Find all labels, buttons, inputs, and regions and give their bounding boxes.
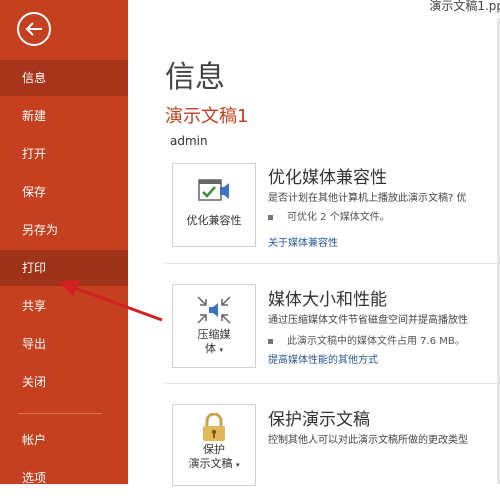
compress-media-label-line1: 压缩媒 <box>197 328 231 341</box>
section-media-size-desc: 通过压缩媒体文件节省磁盘空间并提高播放性 <box>268 315 468 326</box>
section-protect-title: 保护演示文稿 <box>268 410 370 430</box>
sidebar-item-open[interactable]: 打开 <box>0 136 128 172</box>
lock-icon <box>203 413 225 441</box>
compress-media-button[interactable]: 压缩媒 体 ▾ <box>172 284 256 368</box>
compress-media-label-line2: 体 ▾ <box>204 342 223 355</box>
section-media-size-bullet-text: 此演示文稿中的媒体文件占用 7.6 MB。 <box>287 336 465 347</box>
sidebar-item-save[interactable]: 保存 <box>0 174 128 210</box>
chevron-down-icon: ▾ <box>235 461 240 469</box>
chevron-down-icon: ▾ <box>219 346 223 354</box>
optimize-compatibility-label: 优化兼容性 <box>186 214 242 227</box>
section-media-compat-bullet: 可优化 2 个媒体文件。 <box>268 208 390 223</box>
document-name: 演示文稿1 <box>165 106 249 127</box>
sidebar-item-share[interactable]: 共享 <box>0 288 128 324</box>
sidebar-item-print[interactable]: 打印 <box>0 250 128 286</box>
section-media-size-bullet: 此演示文稿中的媒体文件占用 7.6 MB。 <box>268 332 465 347</box>
media-compat-icon <box>198 179 229 201</box>
protect-label-line1: 保护 <box>203 443 225 456</box>
back-arrow-icon <box>25 22 42 36</box>
window-title: 演示文稿1.pp <box>429 0 500 13</box>
section-protect-desc: 控制其他人可以对此演示文稿所做的更改类型 <box>268 435 468 446</box>
protect-label-line2: 演示文稿 ▾ <box>188 457 240 470</box>
sidebar-item-export[interactable]: 导出 <box>0 326 128 362</box>
author-name: admin <box>170 134 208 148</box>
media-compat-link[interactable]: 关于媒体兼容性 <box>268 234 338 249</box>
section-media-compat-bullet-text: 可优化 2 个媒体文件。 <box>287 212 390 223</box>
sidebar-divider <box>18 413 102 414</box>
protect-presentation-button[interactable]: 保护 演示文稿 ▾ <box>172 404 256 486</box>
section-media-compat-title: 优化媒体兼容性 <box>268 168 387 188</box>
section-media-compat-desc: 是否计划在其他计算机上播放此演示文稿? 优 <box>268 193 467 204</box>
sidebar-item-options[interactable]: 选项 <box>0 460 128 496</box>
sidebar-item-account[interactable]: 帐户 <box>0 422 128 458</box>
sidebar-item-info[interactable]: 信息 <box>0 60 128 96</box>
page-title: 信息 <box>165 60 225 95</box>
sidebar-item-close[interactable]: 关闭 <box>0 364 128 400</box>
backstage-sidebar: 信息 新建 打开 保存 另存为 打印 共享 导出 关闭 帐户 选项 <box>0 0 128 485</box>
sidebar-item-save-as[interactable]: 另存为 <box>0 212 128 248</box>
section-divider <box>165 383 500 384</box>
optimize-compatibility-button[interactable]: 优化兼容性 <box>172 163 256 247</box>
bullet-icon <box>268 214 273 220</box>
media-performance-link[interactable]: 提高媒体性能的其他方式 <box>268 351 378 366</box>
sidebar-item-new[interactable]: 新建 <box>0 98 128 134</box>
bullet-icon <box>268 338 273 344</box>
section-media-size-title: 媒体大小和性能 <box>268 290 387 310</box>
back-button[interactable] <box>17 12 51 46</box>
section-divider <box>165 263 500 264</box>
compress-media-icon <box>197 296 231 324</box>
